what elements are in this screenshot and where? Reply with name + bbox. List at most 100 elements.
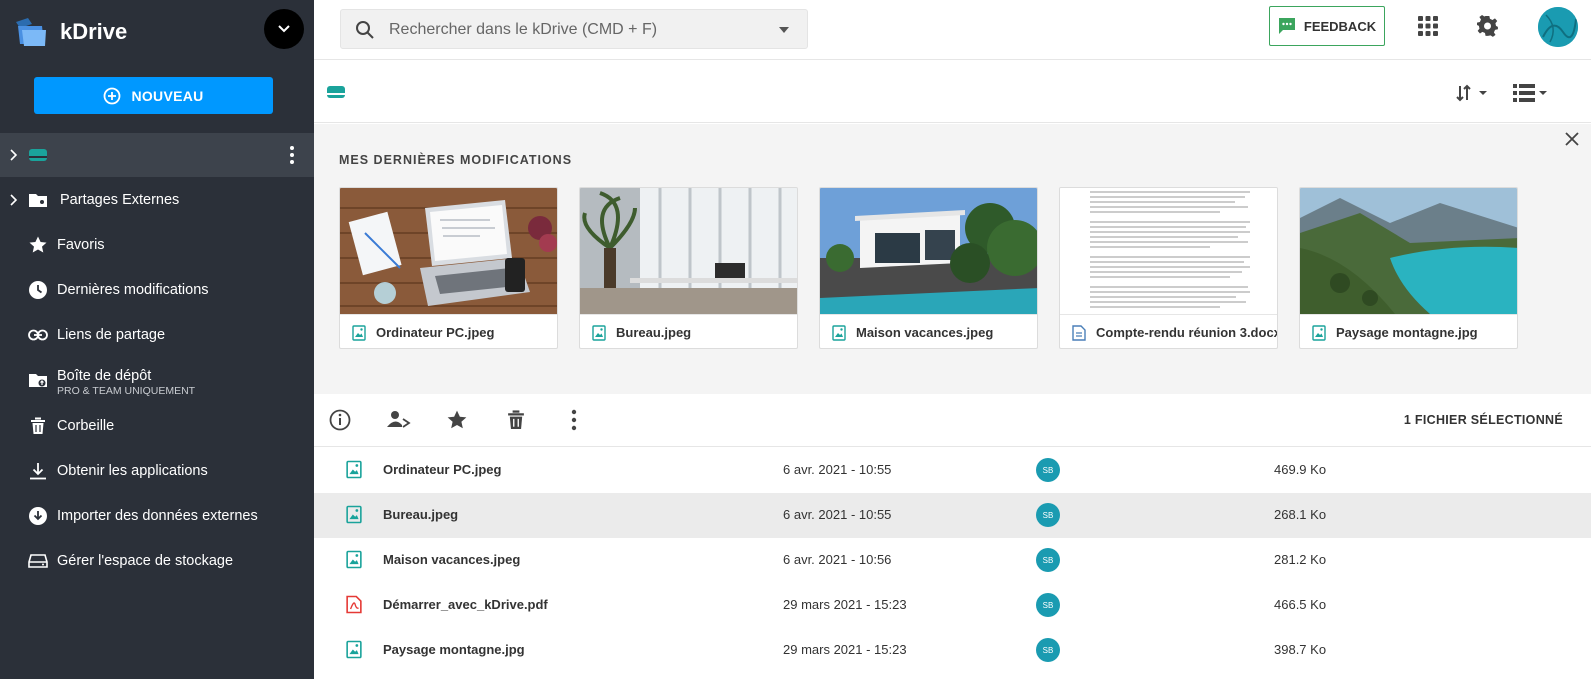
sidebar-item-my-drive[interactable] [0,133,314,177]
star-icon[interactable] [446,409,468,431]
chevron-down-icon [278,25,290,33]
recent-card[interactable]: Paysage montagne.jpg [1299,187,1518,349]
list-view-icon[interactable] [1513,83,1549,103]
table-row[interactable]: Ordinateur PC.jpeg 6 avr. 2021 - 10:55 S… [314,448,1591,493]
chevron-right-icon[interactable] [9,193,19,207]
table-row[interactable]: Bureau.jpeg 6 avr. 2021 - 10:55 SB 268.1… [314,493,1591,538]
import-circle-icon [28,506,48,526]
drive-icon[interactable] [326,84,346,100]
sidebar-item-get-apps[interactable]: Obtenir les applications [0,449,314,493]
shared-folder-icon [28,190,48,210]
table-row[interactable]: Paysage montagne.jpg 29 mars 2021 - 15:2… [314,628,1591,673]
caret-down-icon[interactable] [779,27,789,33]
file-size: 268.1 Ko [1274,507,1327,522]
table-row[interactable]: Démarrer_avec_kDrive.pdf 29 mars 2021 - … [314,583,1591,628]
image-file-icon [592,324,606,341]
feedback-icon [1278,18,1295,34]
sidebar-item-trash[interactable]: Corbeille [0,404,314,448]
sidebar-item-recent[interactable]: Dernières modifications [0,268,314,312]
card-name: Paysage montagne.jpg [1336,325,1478,340]
new-button[interactable]: NOUVEAU [34,77,273,114]
file-name[interactable]: Paysage montagne.jpg [383,642,525,657]
storage-drive-icon [28,551,48,571]
file-name[interactable]: Ordinateur PC.jpeg [383,462,501,477]
image-file-icon [832,324,846,341]
image-file-icon [1312,324,1326,341]
trash-icon [28,416,48,436]
recent-title: MES DERNIÈRES MODIFICATIONS [339,153,573,167]
file-date: 29 mars 2021 - 15:23 [783,597,907,612]
sidebar-item-storage[interactable]: Gérer l'espace de stockage [0,539,314,583]
card-name: Bureau.jpeg [616,325,692,340]
drive-icon [28,145,48,165]
feedback-label: FEEDBACK [1303,18,1377,34]
sort-icon[interactable] [1455,83,1489,103]
sidebar-item-label: Partages Externes [60,192,180,208]
file-date: 6 avr. 2021 - 10:55 [783,462,892,477]
file-name[interactable]: Démarrer_avec_kDrive.pdf [383,597,548,612]
owner-avatar: SB [1036,503,1060,527]
new-button-label: NOUVEAU [131,87,204,104]
table-row[interactable]: Maison vacances.jpeg 6 avr. 2021 - 10:56… [314,538,1591,583]
card-name: Compte-rendu réunion 3.docx [1096,325,1278,340]
more-vertical-icon[interactable] [571,409,577,431]
file-size: 466.5 Ko [1274,597,1327,612]
owner-avatar: SB [1036,593,1060,617]
breadcrumb-bar [314,60,1591,123]
owner-avatar: SB [1036,458,1060,482]
thumbnail [580,188,797,314]
sidebar-item-label: Favoris [57,237,105,253]
plus-circle-icon [104,87,121,104]
search-placeholder[interactable]: Rechercher dans le kDrive (CMD + F) [389,21,657,39]
info-icon[interactable] [329,409,351,431]
sidebar-item-external-shares[interactable]: Partages Externes [0,178,314,222]
sidebar-item-label: Importer des données externes [57,508,258,524]
file-date: 29 mars 2021 - 15:23 [783,642,907,657]
app-name: kDrive [60,19,128,44]
top-bar: Rechercher dans le kDrive (CMD + F) FEED… [314,0,1591,60]
file-name[interactable]: Bureau.jpeg [383,507,458,522]
star-icon [28,235,48,255]
card-name: Maison vacances.jpeg [856,325,994,340]
image-file-icon [346,505,362,524]
image-file-icon [346,640,362,659]
apps-grid-icon[interactable] [1418,16,1438,36]
recent-card[interactable]: Maison vacances.jpeg [819,187,1038,349]
thumbnail [340,188,557,314]
sidebar-item-import-external[interactable]: Importer des données externes [0,494,314,538]
share-user-icon[interactable] [387,409,411,431]
search-bar[interactable]: Rechercher dans le kDrive (CMD + F) [340,9,808,49]
brand[interactable]: kDrive [12,12,127,52]
file-size: 398.7 Ko [1274,642,1327,657]
recent-card[interactable]: Compte-rendu réunion 3.docx [1059,187,1278,349]
document-file-icon [1072,324,1086,341]
close-icon[interactable] [1565,132,1579,146]
sidebar-item-favorites[interactable]: Favoris [0,223,314,267]
file-date: 6 avr. 2021 - 10:56 [783,552,892,567]
kdrive-logo-icon [16,18,46,46]
user-avatar[interactable] [1538,7,1578,47]
owner-avatar: SB [1036,638,1060,662]
chevron-right-icon[interactable] [9,148,19,162]
sidebar-item-label: Liens de partage [57,327,166,343]
download-icon [28,461,48,481]
feedback-button[interactable]: FEEDBACK [1269,6,1385,46]
file-size: 469.9 Ko [1274,462,1327,477]
selection-count: 1 FICHIER SÉLECTIONNÉ [1403,413,1563,427]
file-name[interactable]: Maison vacances.jpeg [383,552,520,567]
owner-avatar: SB [1036,548,1060,572]
drive-switcher-button[interactable] [264,9,304,49]
trash-icon[interactable] [507,409,525,431]
file-size: 281.2 Ko [1274,552,1327,567]
more-vertical-icon[interactable] [290,145,294,165]
image-file-icon [352,324,366,341]
recent-card[interactable]: Bureau.jpeg [579,187,798,349]
sidebar-item-dropbox[interactable]: Boîte de dépôt PRO & TEAM UNIQUEMENT [0,358,314,406]
gear-icon[interactable] [1477,15,1499,37]
sidebar-item-label: Corbeille [57,418,115,434]
sidebar-item-label: Obtenir les applications [57,463,208,479]
sidebar-item-label: Gérer l'espace de stockage [57,553,234,569]
recent-card[interactable]: Ordinateur PC.jpeg [339,187,558,349]
file-date: 6 avr. 2021 - 10:55 [783,507,892,522]
sidebar-item-share-links[interactable]: Liens de partage [0,313,314,357]
